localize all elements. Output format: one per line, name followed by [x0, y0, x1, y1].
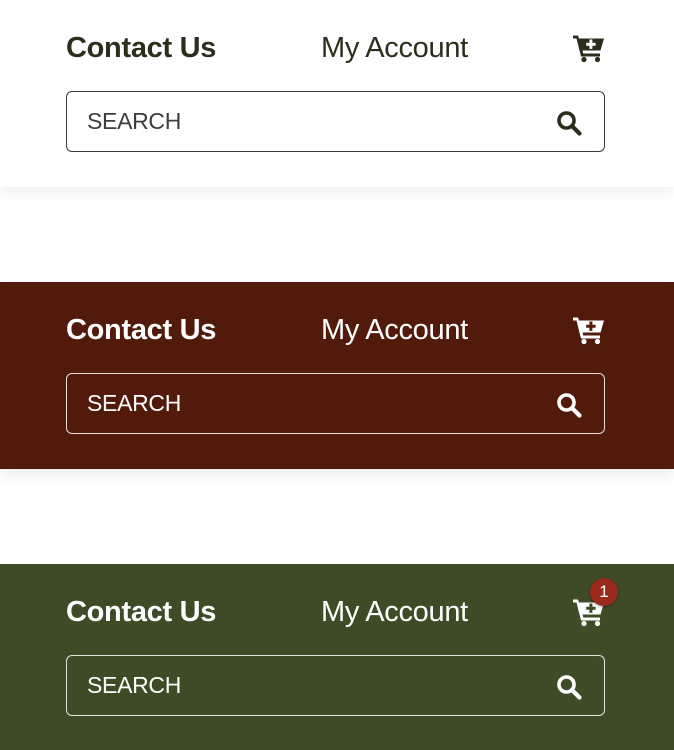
- search-box: [66, 373, 605, 434]
- my-account-link[interactable]: My Account: [321, 594, 468, 630]
- search-icon[interactable]: [556, 674, 582, 700]
- contact-us-link[interactable]: Contact Us: [66, 30, 216, 66]
- cart-plus-icon[interactable]: [573, 33, 605, 63]
- cart-plus-icon[interactable]: [573, 315, 605, 345]
- header-red-variant: Contact Us My Account: [0, 282, 674, 469]
- search-input[interactable]: [87, 374, 527, 433]
- header-green-variant: Contact Us My Account: [0, 564, 674, 750]
- search-input[interactable]: [87, 92, 527, 151]
- search-icon[interactable]: [556, 392, 582, 418]
- contact-us-link[interactable]: Contact Us: [66, 594, 216, 630]
- contact-us-link[interactable]: Contact Us: [66, 312, 216, 348]
- search-box: [66, 91, 605, 152]
- header-light-variant: Contact Us My Account: [0, 0, 674, 187]
- search-box: [66, 655, 605, 716]
- my-account-link[interactable]: My Account: [321, 312, 468, 348]
- search-icon[interactable]: [556, 110, 582, 136]
- my-account-link[interactable]: My Account: [321, 30, 468, 66]
- search-input[interactable]: [87, 656, 527, 715]
- cart-count-badge: 1: [590, 578, 618, 606]
